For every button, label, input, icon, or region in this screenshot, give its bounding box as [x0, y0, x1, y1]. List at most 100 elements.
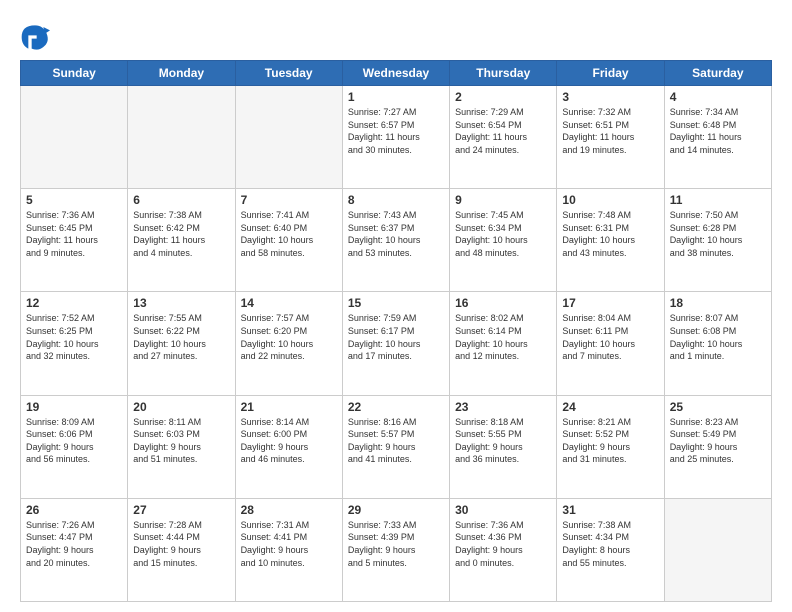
- day-info: Sunrise: 7:41 AM Sunset: 6:40 PM Dayligh…: [241, 209, 337, 259]
- day-number: 25: [670, 400, 766, 414]
- day-number: 20: [133, 400, 229, 414]
- calendar-cell: [664, 498, 771, 601]
- day-info: Sunrise: 8:04 AM Sunset: 6:11 PM Dayligh…: [562, 312, 658, 362]
- day-info: Sunrise: 7:36 AM Sunset: 4:36 PM Dayligh…: [455, 519, 551, 569]
- day-number: 6: [133, 193, 229, 207]
- calendar-week-5: 26 Sunrise: 7:26 AM Sunset: 4:47 PM Dayli…: [21, 498, 772, 601]
- weekday-sunday: Sunday: [21, 61, 128, 86]
- day-number: 4: [670, 90, 766, 104]
- calendar-week-4: 19 Sunrise: 8:09 AM Sunset: 6:06 PM Dayli…: [21, 395, 772, 498]
- calendar-cell: 14 Sunrise: 7:57 AM Sunset: 6:20 PM Dayli…: [235, 292, 342, 395]
- day-number: 27: [133, 503, 229, 517]
- weekday-thursday: Thursday: [450, 61, 557, 86]
- calendar-cell: [235, 86, 342, 189]
- day-info: Sunrise: 7:50 AM Sunset: 6:28 PM Dayligh…: [670, 209, 766, 259]
- calendar-week-1: 1 Sunrise: 7:27 AM Sunset: 6:57 PM Daylig…: [21, 86, 772, 189]
- header: [20, 18, 772, 52]
- calendar-cell: 26 Sunrise: 7:26 AM Sunset: 4:47 PM Dayli…: [21, 498, 128, 601]
- weekday-friday: Friday: [557, 61, 664, 86]
- day-info: Sunrise: 7:27 AM Sunset: 6:57 PM Dayligh…: [348, 106, 444, 156]
- day-number: 7: [241, 193, 337, 207]
- day-info: Sunrise: 7:29 AM Sunset: 6:54 PM Dayligh…: [455, 106, 551, 156]
- day-info: Sunrise: 8:11 AM Sunset: 6:03 PM Dayligh…: [133, 416, 229, 466]
- day-info: Sunrise: 8:07 AM Sunset: 6:08 PM Dayligh…: [670, 312, 766, 362]
- day-number: 26: [26, 503, 122, 517]
- calendar-cell: 4 Sunrise: 7:34 AM Sunset: 6:48 PM Daylig…: [664, 86, 771, 189]
- calendar-cell: 16 Sunrise: 8:02 AM Sunset: 6:14 PM Dayli…: [450, 292, 557, 395]
- day-info: Sunrise: 7:57 AM Sunset: 6:20 PM Dayligh…: [241, 312, 337, 362]
- day-number: 11: [670, 193, 766, 207]
- day-info: Sunrise: 7:34 AM Sunset: 6:48 PM Dayligh…: [670, 106, 766, 156]
- day-info: Sunrise: 7:48 AM Sunset: 6:31 PM Dayligh…: [562, 209, 658, 259]
- day-info: Sunrise: 8:14 AM Sunset: 6:00 PM Dayligh…: [241, 416, 337, 466]
- day-info: Sunrise: 7:31 AM Sunset: 4:41 PM Dayligh…: [241, 519, 337, 569]
- day-info: Sunrise: 8:02 AM Sunset: 6:14 PM Dayligh…: [455, 312, 551, 362]
- day-info: Sunrise: 7:33 AM Sunset: 4:39 PM Dayligh…: [348, 519, 444, 569]
- day-info: Sunrise: 7:38 AM Sunset: 4:34 PM Dayligh…: [562, 519, 658, 569]
- calendar-cell: 2 Sunrise: 7:29 AM Sunset: 6:54 PM Daylig…: [450, 86, 557, 189]
- day-number: 8: [348, 193, 444, 207]
- day-number: 23: [455, 400, 551, 414]
- day-number: 2: [455, 90, 551, 104]
- day-number: 5: [26, 193, 122, 207]
- day-number: 12: [26, 296, 122, 310]
- calendar-cell: 3 Sunrise: 7:32 AM Sunset: 6:51 PM Daylig…: [557, 86, 664, 189]
- day-info: Sunrise: 7:38 AM Sunset: 6:42 PM Dayligh…: [133, 209, 229, 259]
- day-number: 9: [455, 193, 551, 207]
- day-info: Sunrise: 7:28 AM Sunset: 4:44 PM Dayligh…: [133, 519, 229, 569]
- day-number: 16: [455, 296, 551, 310]
- day-number: 29: [348, 503, 444, 517]
- calendar-cell: 25 Sunrise: 8:23 AM Sunset: 5:49 PM Dayli…: [664, 395, 771, 498]
- day-number: 18: [670, 296, 766, 310]
- day-number: 1: [348, 90, 444, 104]
- day-info: Sunrise: 8:23 AM Sunset: 5:49 PM Dayligh…: [670, 416, 766, 466]
- day-info: Sunrise: 7:43 AM Sunset: 6:37 PM Dayligh…: [348, 209, 444, 259]
- calendar-cell: 19 Sunrise: 8:09 AM Sunset: 6:06 PM Dayli…: [21, 395, 128, 498]
- calendar-cell: 6 Sunrise: 7:38 AM Sunset: 6:42 PM Daylig…: [128, 189, 235, 292]
- calendar-cell: 8 Sunrise: 7:43 AM Sunset: 6:37 PM Daylig…: [342, 189, 449, 292]
- day-info: Sunrise: 7:45 AM Sunset: 6:34 PM Dayligh…: [455, 209, 551, 259]
- calendar-cell: 15 Sunrise: 7:59 AM Sunset: 6:17 PM Dayli…: [342, 292, 449, 395]
- day-number: 30: [455, 503, 551, 517]
- weekday-header-row: SundayMondayTuesdayWednesdayThursdayFrid…: [21, 61, 772, 86]
- day-info: Sunrise: 7:26 AM Sunset: 4:47 PM Dayligh…: [26, 519, 122, 569]
- calendar-week-2: 5Sunrise: 7:36 AM Sunset: 6:45 PM Daylig…: [21, 189, 772, 292]
- day-number: 10: [562, 193, 658, 207]
- day-info: Sunrise: 7:55 AM Sunset: 6:22 PM Dayligh…: [133, 312, 229, 362]
- calendar-cell: 7 Sunrise: 7:41 AM Sunset: 6:40 PM Daylig…: [235, 189, 342, 292]
- calendar-cell: 24Sunrise: 8:21 AM Sunset: 5:52 PM Dayli…: [557, 395, 664, 498]
- day-number: 15: [348, 296, 444, 310]
- day-info: Sunrise: 8:09 AM Sunset: 6:06 PM Dayligh…: [26, 416, 122, 466]
- day-number: 14: [241, 296, 337, 310]
- day-info: Sunrise: 7:59 AM Sunset: 6:17 PM Dayligh…: [348, 312, 444, 362]
- day-number: 19: [26, 400, 122, 414]
- day-number: 24: [562, 400, 658, 414]
- day-number: 3: [562, 90, 658, 104]
- day-number: 13: [133, 296, 229, 310]
- weekday-wednesday: Wednesday: [342, 61, 449, 86]
- calendar-cell: 23 Sunrise: 8:18 AM Sunset: 5:55 PM Dayli…: [450, 395, 557, 498]
- day-info: Sunrise: 7:32 AM Sunset: 6:51 PM Dayligh…: [562, 106, 658, 156]
- calendar-cell: 20 Sunrise: 8:11 AM Sunset: 6:03 PM Dayli…: [128, 395, 235, 498]
- calendar-week-3: 12 Sunrise: 7:52 AM Sunset: 6:25 PM Dayli…: [21, 292, 772, 395]
- day-info: Sunrise: 8:16 AM Sunset: 5:57 PM Dayligh…: [348, 416, 444, 466]
- day-number: 22: [348, 400, 444, 414]
- calendar-cell: [21, 86, 128, 189]
- calendar-cell: 21Sunrise: 8:14 AM Sunset: 6:00 PM Dayli…: [235, 395, 342, 498]
- calendar-cell: 11 Sunrise: 7:50 AM Sunset: 6:28 PM Dayli…: [664, 189, 771, 292]
- calendar-cell: 30 Sunrise: 7:36 AM Sunset: 4:36 PM Dayli…: [450, 498, 557, 601]
- calendar-cell: 17Sunrise: 8:04 AM Sunset: 6:11 PM Dayli…: [557, 292, 664, 395]
- calendar-table: SundayMondayTuesdayWednesdayThursdayFrid…: [20, 60, 772, 602]
- calendar-cell: [128, 86, 235, 189]
- calendar-cell: 13 Sunrise: 7:55 AM Sunset: 6:22 PM Dayli…: [128, 292, 235, 395]
- calendar-cell: 22 Sunrise: 8:16 AM Sunset: 5:57 PM Dayli…: [342, 395, 449, 498]
- calendar-cell: 1 Sunrise: 7:27 AM Sunset: 6:57 PM Daylig…: [342, 86, 449, 189]
- calendar-cell: 5Sunrise: 7:36 AM Sunset: 6:45 PM Daylig…: [21, 189, 128, 292]
- day-info: Sunrise: 7:52 AM Sunset: 6:25 PM Dayligh…: [26, 312, 122, 362]
- day-info: Sunrise: 8:18 AM Sunset: 5:55 PM Dayligh…: [455, 416, 551, 466]
- logo-icon: [20, 22, 50, 52]
- day-number: 28: [241, 503, 337, 517]
- calendar-cell: 31 Sunrise: 7:38 AM Sunset: 4:34 PM Dayli…: [557, 498, 664, 601]
- calendar-cell: 28 Sunrise: 7:31 AM Sunset: 4:41 PM Dayli…: [235, 498, 342, 601]
- day-number: 31: [562, 503, 658, 517]
